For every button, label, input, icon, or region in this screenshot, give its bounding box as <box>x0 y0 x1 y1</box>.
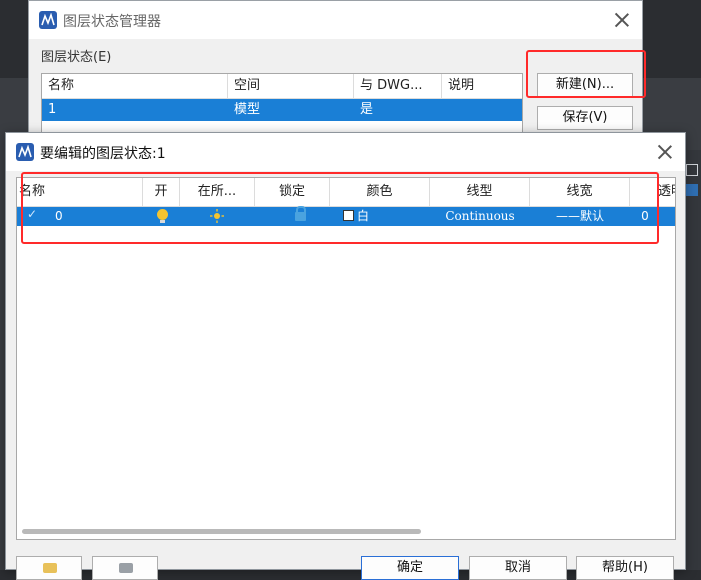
title-bar: 图层状态管理器 <box>29 1 642 39</box>
table-row[interactable]: 1 模型 是 <box>42 99 522 121</box>
horizontal-scrollbar[interactable] <box>22 529 421 534</box>
layer-states-label: 图层状态(E) <box>41 50 112 65</box>
highlight-box-new <box>526 50 646 98</box>
close-icon[interactable] <box>614 12 630 28</box>
pencil-icon <box>119 563 133 573</box>
ok-button[interactable]: 确定 <box>361 556 459 580</box>
row-space: 模型 <box>234 102 261 117</box>
folder-icon <box>43 563 57 573</box>
edit-button[interactable] <box>92 556 158 580</box>
title-bar: 要编辑的图层状态:1 <box>6 133 685 171</box>
close-icon[interactable] <box>657 144 673 160</box>
dialog-title: 图层状态管理器 <box>63 14 161 30</box>
column-space[interactable]: 空间 <box>228 74 354 98</box>
dialog-title: 要编辑的图层状态:1 <box>40 146 166 162</box>
app-logo-icon <box>39 11 57 29</box>
row-description <box>442 99 522 121</box>
column-description[interactable]: 说明 <box>442 74 522 98</box>
row-same-as-dwg: 是 <box>360 102 374 117</box>
table-header: 名称 空间 与 DWG... 说明 <box>42 74 522 99</box>
app-logo-icon <box>16 143 34 161</box>
cancel-button[interactable]: 取消 <box>469 556 567 580</box>
row-name: 1 <box>48 102 57 117</box>
background-tag <box>684 184 698 196</box>
help-button[interactable]: 帮助(H) <box>576 556 674 580</box>
square-icon <box>686 164 698 176</box>
highlight-box-layer <box>21 172 659 244</box>
save-button[interactable]: 保存(V) <box>537 106 633 130</box>
column-same-as-dwg[interactable]: 与 DWG... <box>354 74 442 98</box>
restore-button[interactable] <box>16 556 82 580</box>
column-name[interactable]: 名称 <box>42 74 228 98</box>
